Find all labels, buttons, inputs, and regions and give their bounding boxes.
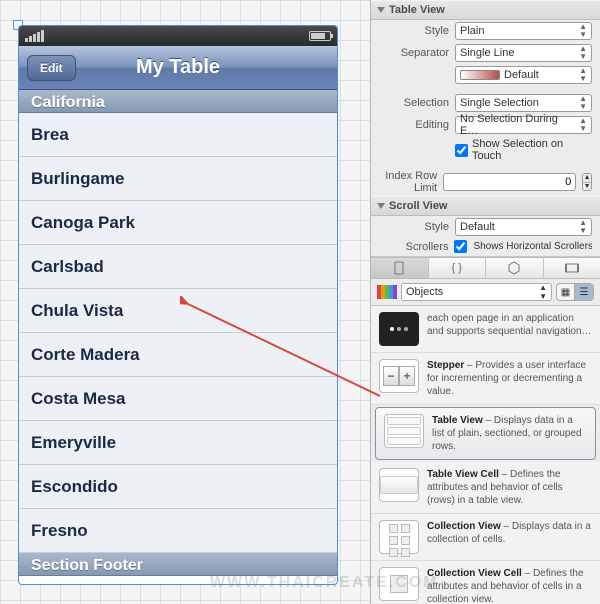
label-scrollers: Scrollers: [379, 241, 448, 253]
nav-title: My Table: [19, 56, 337, 79]
tab-object-icon[interactable]: [486, 258, 544, 278]
table-row[interactable]: Carlsbad: [19, 245, 337, 289]
select-separator-value: Single Line: [460, 47, 514, 59]
select-editing[interactable]: No Selection During E… ▲▼: [455, 116, 592, 134]
iphone-canvas[interactable]: Edit My Table California Brea Burlingame…: [18, 25, 338, 585]
checkbox-horizontal-scrollers[interactable]: [454, 240, 467, 253]
library-item-desc: Collection View Cell – Defines the attri…: [427, 567, 592, 604]
library-item-desc: Table View Cell – Defines the attributes…: [427, 468, 592, 507]
table-row[interactable]: Burlingame: [19, 157, 337, 201]
library-item-table-view-cell[interactable]: Table View Cell – Defines the attributes…: [371, 462, 600, 514]
select-style-value: Plain: [460, 25, 484, 37]
label-index-row-limit: Index Row Limit: [379, 170, 437, 194]
table-row[interactable]: Escondido: [19, 465, 337, 509]
navigation-bar: Edit My Table: [19, 46, 337, 90]
library-list[interactable]: each open page in an application and sup…: [371, 306, 600, 604]
stepper-icon: −+: [379, 359, 419, 393]
select-selection-value: Single Selection: [460, 97, 539, 109]
library-item-desc: each open page in an application and sup…: [427, 312, 592, 338]
library-item-desc: Stepper – Provides a user interface for …: [427, 359, 592, 398]
library-item-table-view[interactable]: Table View – Displays data in a list of …: [375, 407, 596, 460]
signal-icon: [25, 30, 44, 42]
select-editing-value: No Selection During E…: [460, 113, 579, 137]
input-index-row-limit[interactable]: [443, 173, 576, 191]
label-separator: Separator: [379, 47, 449, 59]
library-filter-select[interactable]: Objects ▲▼: [401, 283, 552, 301]
section-footer: Section Footer: [19, 553, 337, 576]
table-row[interactable]: Brea: [19, 113, 337, 157]
status-bar: [19, 26, 337, 46]
grid-view-icon[interactable]: ▦: [557, 284, 575, 300]
tab-media-icon[interactable]: [544, 258, 600, 278]
library-filter-bar: Objects ▲▼ ▦ ☰: [371, 279, 600, 306]
stepper-down-icon[interactable]: ▼: [583, 182, 591, 191]
select-separator[interactable]: Single Line ▲▼: [455, 44, 592, 62]
library-item-collection-view-cell[interactable]: Collection View Cell – Defines the attri…: [371, 561, 600, 604]
table-row[interactable]: Costa Mesa: [19, 377, 337, 421]
select-selection[interactable]: Single Selection ▲▼: [455, 94, 592, 112]
table-row[interactable]: Emeryville: [19, 421, 337, 465]
library-filter-value: Objects: [406, 286, 443, 298]
stepper-up-icon[interactable]: ▲: [583, 174, 591, 182]
library-view-toggle: ▦ ☰: [556, 283, 594, 301]
color-swatch-icon: [460, 70, 500, 80]
collection-view-cell-icon: [379, 567, 419, 601]
collection-view-icon: [379, 520, 419, 554]
select-separator-color-value: Default: [504, 69, 539, 81]
library-item-desc: Table View – Displays data in a list of …: [432, 414, 587, 453]
select-scroll-style-value: Default: [460, 221, 495, 233]
label-selection: Selection: [379, 97, 449, 109]
section-head-scroll-view[interactable]: Scroll View: [371, 196, 600, 216]
label-editing: Editing: [379, 119, 449, 131]
table-view-cell-icon: [379, 468, 419, 502]
stepper-arrows-icon: ▲▼: [579, 67, 587, 83]
select-scroll-style[interactable]: Default ▲▼: [455, 218, 592, 236]
table-body[interactable]: Brea Burlingame Canoga Park Carlsbad Chu…: [19, 113, 337, 553]
library-category-icon: [377, 285, 397, 299]
section-head-table-view[interactable]: Table View: [371, 0, 600, 20]
table-view-icon: [384, 414, 424, 448]
page-control-icon: [379, 312, 419, 346]
label-show-selection: Show Selection on Touch: [472, 138, 592, 162]
stepper-arrows-icon: ▲▼: [579, 117, 587, 133]
checkbox-show-selection[interactable]: [455, 144, 468, 157]
tab-code-snippet-icon[interactable]: { }: [429, 258, 487, 278]
tab-file-template-icon[interactable]: [371, 258, 429, 278]
table-row[interactable]: Chula Vista: [19, 289, 337, 333]
inspector-panel: Table View Style Plain ▲▼ Separator Sing…: [370, 0, 600, 604]
select-style[interactable]: Plain ▲▼: [455, 22, 592, 40]
library-item-stepper[interactable]: −+ Stepper – Provides a user interface f…: [371, 353, 600, 405]
stepper-arrows-icon: ▲▼: [579, 23, 587, 39]
label-style: Style: [379, 25, 449, 37]
stepper-arrows-icon: ▲▼: [579, 95, 587, 111]
table-row[interactable]: Corte Madera: [19, 333, 337, 377]
battery-icon: [309, 31, 331, 41]
library-item-desc: Collection View – Displays data in a col…: [427, 520, 592, 546]
section-header: California: [19, 90, 337, 113]
label-scroll-style: Style: [379, 221, 449, 233]
library-item-collection-view[interactable]: Collection View – Displays data in a col…: [371, 514, 600, 561]
stepper-arrows-icon: ▲▼: [579, 219, 587, 235]
table-row[interactable]: Canoga Park: [19, 201, 337, 245]
library-tabs: { }: [371, 257, 600, 279]
label-horizontal-scrollers: Shows Horizontal Scrollers: [473, 241, 592, 252]
stepper-arrows-icon: ▲▼: [579, 45, 587, 61]
library-item-page-control[interactable]: each open page in an application and sup…: [371, 306, 600, 353]
table-row[interactable]: Fresno: [19, 509, 337, 553]
select-separator-color[interactable]: Default ▲▼: [455, 66, 592, 84]
stepper-arrows-icon: ▲▼: [539, 283, 547, 301]
canvas-area: Edit My Table California Brea Burlingame…: [0, 0, 370, 604]
list-view-icon[interactable]: ☰: [575, 284, 593, 300]
